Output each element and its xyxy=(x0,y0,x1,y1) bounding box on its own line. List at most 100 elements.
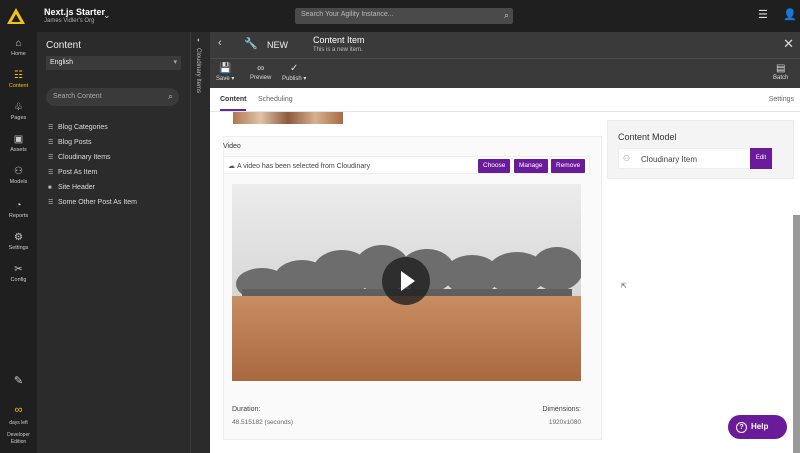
content-search-placeholder: Search Content xyxy=(53,93,102,100)
chevron-down-icon[interactable]: ⌄ xyxy=(103,10,111,21)
nav-item-content[interactable]: ☷ Content xyxy=(0,70,37,89)
tab-scheduling[interactable]: Scheduling xyxy=(258,96,293,103)
play-button[interactable] xyxy=(382,257,430,305)
video-message-text: A video has been selected from Cloudinar… xyxy=(237,163,371,170)
nav-item-label: Settings xyxy=(8,245,29,251)
strip-label: Cloudinary Items xyxy=(195,48,201,94)
video-field-message: ☁ A video has been selected from Cloudina… xyxy=(228,162,370,170)
publish-label: Publish xyxy=(282,76,302,82)
nav-item-label: Pages xyxy=(10,115,27,121)
instance-search-placeholder: Search Your Agility Instance... xyxy=(301,11,394,18)
checkmark-icon: ✓ xyxy=(289,63,299,74)
preview-button[interactable]: ∞ Preview xyxy=(250,63,271,81)
nav-item-label: Content xyxy=(8,83,29,89)
dimensions-label: Dimensions: xyxy=(542,406,581,413)
back-arrow-icon[interactable]: ‹ xyxy=(218,37,222,49)
content-item-toolbar: 💾 Save ▾ ∞ Preview ✓ Publish ▾ ▤ Batch xyxy=(210,58,800,88)
publish-button[interactable]: ✓ Publish ▾ xyxy=(282,63,306,82)
dimensions-value: 1920x1080 xyxy=(548,419,581,426)
video-frame-ground xyxy=(232,296,581,381)
remove-button[interactable]: Remove xyxy=(551,159,586,173)
batch-icon: ▤ xyxy=(775,63,786,74)
nav-item-settings[interactable]: ⚙ Settings xyxy=(0,232,37,251)
help-button[interactable]: ? Help xyxy=(728,415,787,439)
tree-item[interactable]: ☰ Post As Item xyxy=(48,169,97,176)
content-search-input[interactable]: Search Content ⌕ xyxy=(46,88,179,106)
close-icon[interactable]: ✕ xyxy=(783,36,794,52)
home-icon: ⌂ xyxy=(15,38,22,49)
nav-item-assets[interactable]: ▣ Assets xyxy=(0,134,37,153)
video-metadata: Duration: 48.515182 (seconds) Dimensions… xyxy=(223,404,590,434)
list-icon: ☰ xyxy=(48,125,54,131)
collapsed-list-strip[interactable]: ◐ Cloudinary Items xyxy=(190,32,210,453)
magic-wand-icon[interactable]: ✎ xyxy=(0,374,37,387)
search-icon[interactable]: ⌕ xyxy=(168,91,173,102)
content-tabs: Content Scheduling Settings xyxy=(210,88,800,112)
panel-title: Content xyxy=(46,40,82,51)
nav-item-config[interactable]: ✂ Config xyxy=(0,264,37,283)
assets-icon: ▣ xyxy=(13,134,24,145)
batch-button[interactable]: ▤ Batch xyxy=(773,63,788,81)
nav-item-label: Reports xyxy=(8,213,29,219)
nav-item-home[interactable]: ⌂ Home xyxy=(0,38,37,57)
tab-content[interactable]: Content xyxy=(220,96,247,111)
edit-model-button[interactable]: Edit xyxy=(750,148,772,169)
content-model-title: Content Model xyxy=(618,132,677,142)
nav-item-label: Config xyxy=(10,277,27,283)
video-field-bar: ☁ A video has been selected from Cloudina… xyxy=(223,156,590,174)
nav-item-reports[interactable]: ◔ Reports xyxy=(0,200,37,219)
tree-item[interactable]: ☰ Cloudinary Items xyxy=(48,154,111,161)
models-icon: ⚇ xyxy=(14,166,23,177)
list-icon: ☰ xyxy=(48,155,54,161)
item-icon: ■ xyxy=(48,185,52,191)
help-label: Help xyxy=(751,422,769,431)
tree-item[interactable]: ☰ Some Other Post As Item xyxy=(48,199,137,206)
nav-item-pages[interactable]: ♧ Pages xyxy=(0,102,37,121)
video-player[interactable] xyxy=(232,184,581,381)
duration-value: 48.515182 (seconds) xyxy=(232,419,294,426)
org-title[interactable]: Next.js Starter xyxy=(44,7,105,17)
tree-item-label: Post As Item xyxy=(58,169,98,176)
scrollbar[interactable] xyxy=(793,215,800,453)
pages-icon: ♧ xyxy=(14,102,23,113)
expand-icon[interactable]: ◐ xyxy=(197,37,201,44)
chevron-down-icon: ▾ xyxy=(173,59,177,66)
tree-item[interactable]: ☰ Blog Categories xyxy=(48,124,108,131)
settings-icon: ⚙ xyxy=(14,232,23,243)
list-icon: ☰ xyxy=(48,140,54,146)
org-subtitle: James Vidler's Org xyxy=(44,18,95,24)
save-label: Save xyxy=(216,76,230,82)
user-icon[interactable]: 👤 xyxy=(783,8,797,21)
tree-item[interactable]: ■ Site Header xyxy=(48,184,95,191)
search-icon[interactable]: ⌕ xyxy=(504,10,509,21)
tree-item[interactable]: ☰ Blog Posts xyxy=(48,139,91,146)
save-icon: 💾 xyxy=(218,63,232,74)
content-item-subtitle: This is a new item. xyxy=(313,47,363,53)
tab-settings[interactable]: Settings xyxy=(769,96,794,103)
nav-item-models[interactable]: ⚇ Models xyxy=(0,166,37,185)
tree-item-label: Blog Categories xyxy=(58,124,108,131)
language-select[interactable]: English ▾ xyxy=(46,56,181,70)
new-badge: NEW xyxy=(267,40,288,50)
model-icon: ⚇ xyxy=(623,154,631,163)
content-model-name: Cloudinary Item xyxy=(641,155,698,164)
tree-item-label: Site Header xyxy=(58,184,95,191)
duration-label: Duration: xyxy=(232,406,261,413)
nav-item-label: Assets xyxy=(10,147,27,153)
save-button[interactable]: 💾 Save ▾ xyxy=(216,63,234,82)
tasks-icon[interactable]: ☰ xyxy=(758,8,768,21)
top-bar: Next.js Starter James Vidler's Org ⌄ Sea… xyxy=(0,0,800,32)
binoculars-icon: ∞ xyxy=(257,63,265,74)
language-value: English xyxy=(50,59,73,66)
agility-logo-icon[interactable] xyxy=(6,6,26,26)
content-item-header: ‹ 🔧 NEW Content Item This is a new item.… xyxy=(210,32,800,58)
play-icon xyxy=(401,271,415,291)
instance-search-input[interactable]: Search Your Agility Instance... ⌕ xyxy=(295,8,513,24)
manage-button[interactable]: Manage xyxy=(514,159,548,173)
image-preview xyxy=(233,112,343,124)
choose-button[interactable]: Choose xyxy=(478,159,511,173)
preview-label: Preview xyxy=(250,75,272,81)
video-field-label: Video xyxy=(223,143,241,150)
tree-item-label: Cloudinary Items xyxy=(58,154,111,161)
tree-item-label: Blog Posts xyxy=(58,139,92,146)
